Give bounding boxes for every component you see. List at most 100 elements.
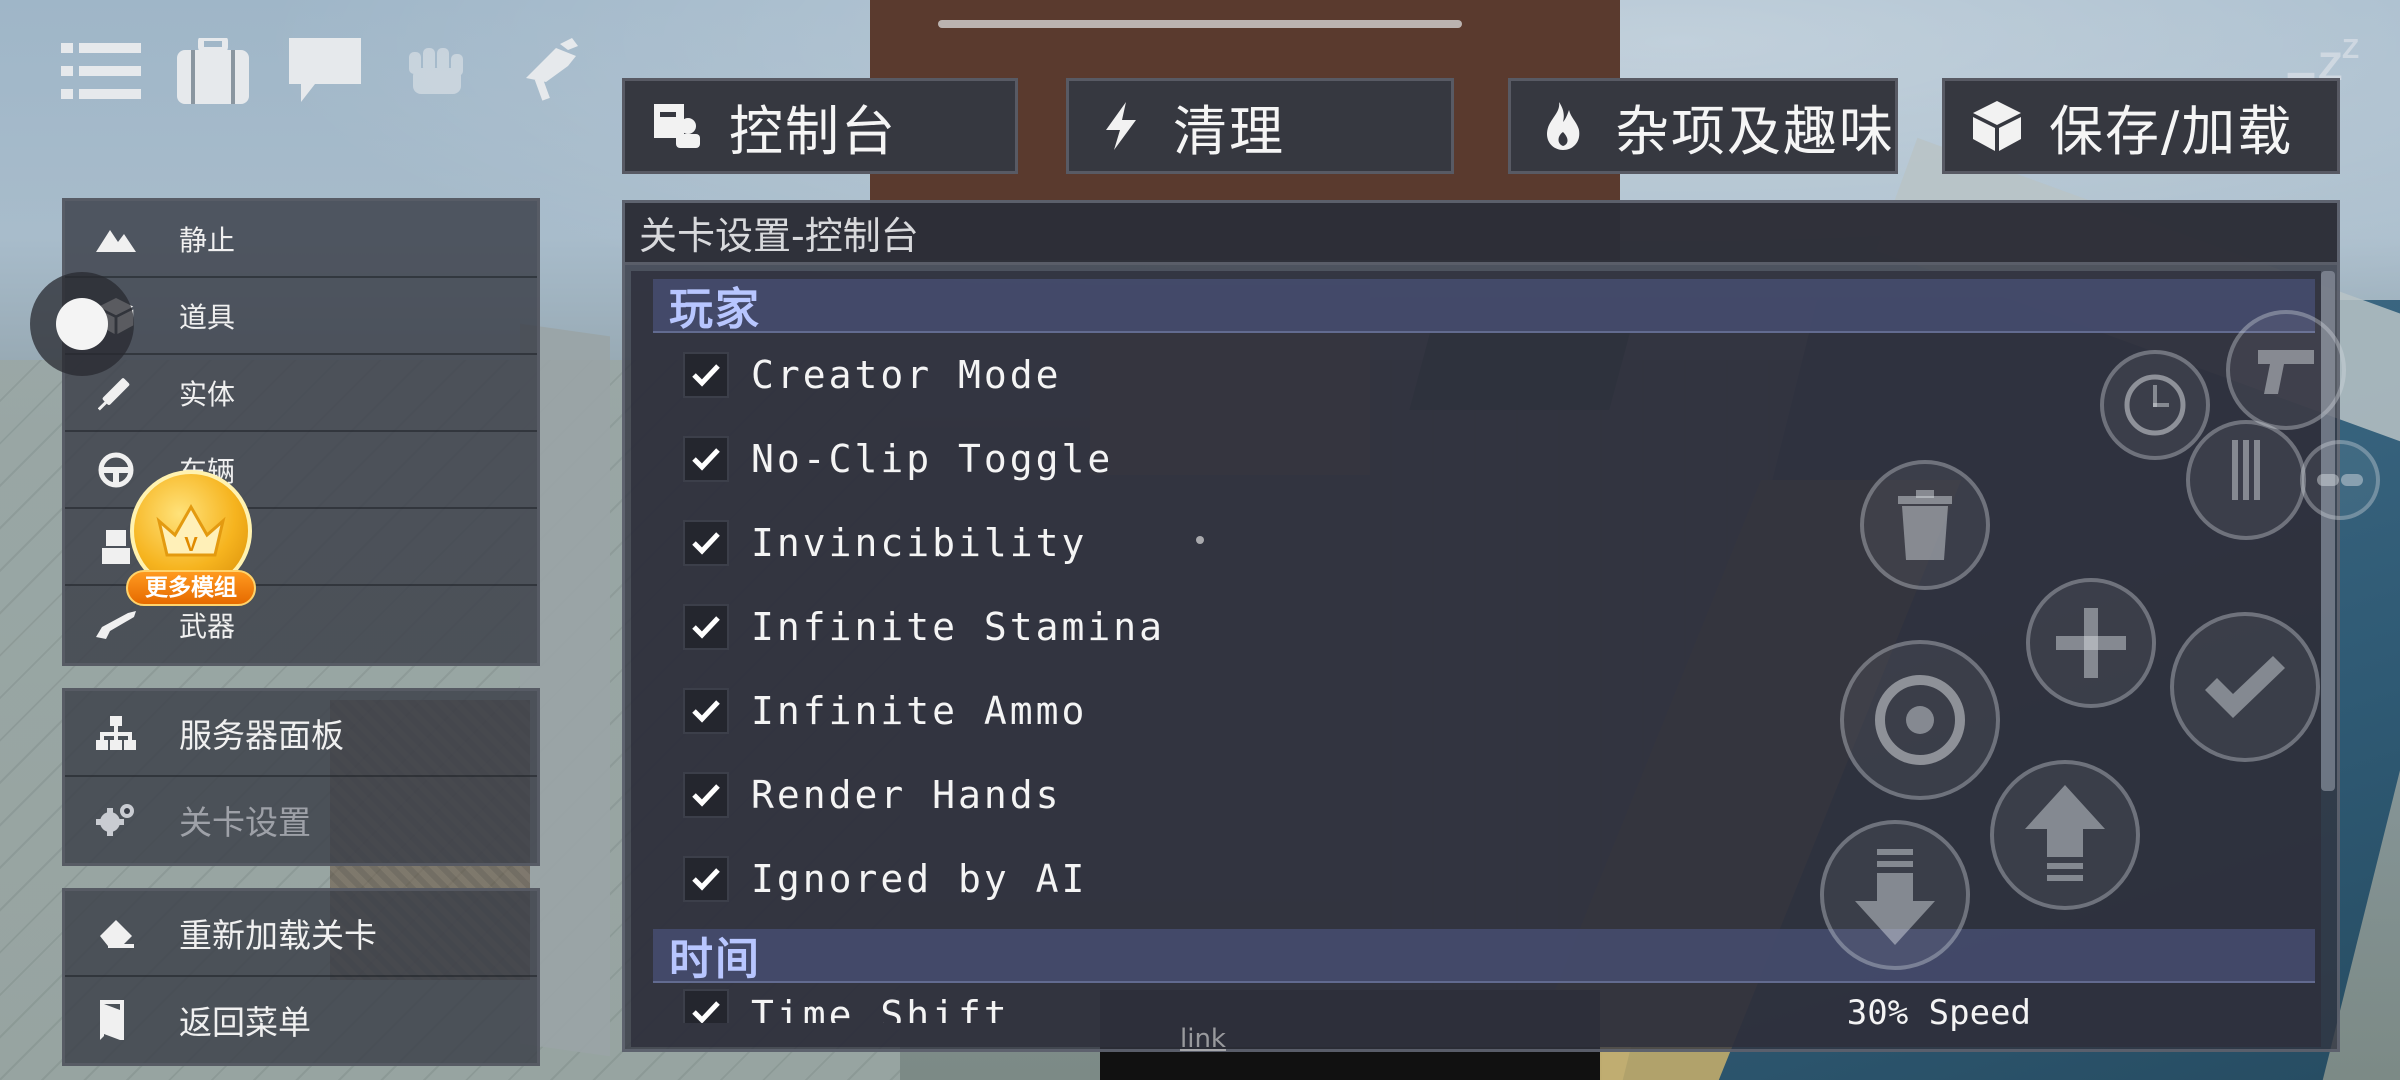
camera-icon[interactable] <box>508 30 590 112</box>
suitcase-icon[interactable] <box>172 30 254 112</box>
checkbox[interactable] <box>683 520 729 566</box>
clock-button[interactable] <box>2100 350 2210 460</box>
floating-joystick[interactable] <box>30 272 134 376</box>
sidebar-item-static[interactable]: 静止 <box>65 201 537 278</box>
option-invincibility[interactable]: Invincibility <box>631 501 2321 585</box>
check-icon <box>692 1001 720 1023</box>
link[interactable]: link <box>1180 1024 1226 1054</box>
top-toolbar <box>60 30 590 112</box>
lightning-icon <box>1091 96 1151 156</box>
mountain-icon <box>93 216 139 262</box>
knife-icon <box>2232 440 2260 500</box>
knife-button[interactable] <box>2186 420 2306 540</box>
check-icon <box>692 616 720 639</box>
checkbox[interactable] <box>683 989 729 1023</box>
svg-text:Z: Z <box>2342 33 2359 64</box>
gears-icon <box>93 797 139 843</box>
crouch-button[interactable] <box>1820 820 1970 970</box>
sidebar-item-label: 道具 <box>179 300 236 334</box>
panel-header: 关卡设置-控制台 <box>625 203 2337 265</box>
sidebar-item-level-settings[interactable]: 关卡设置 <box>65 777 537 863</box>
check-icon <box>692 364 720 387</box>
option-label: Ignored by AI <box>751 857 1088 901</box>
check-icon <box>692 700 720 723</box>
cube-icon <box>1967 96 2027 156</box>
tab-label: 控制台 <box>729 99 897 163</box>
sidebar-group-level: 重新加载关卡 返回菜单 <box>62 888 540 1066</box>
syringe-icon <box>93 370 139 416</box>
jump-button[interactable] <box>1990 760 2140 910</box>
flame-icon <box>1533 96 1593 156</box>
section-player: 玩家 <box>653 279 2315 335</box>
panel-title: 关卡设置-控制台 <box>639 214 919 258</box>
tab-misc-fun[interactable]: 杂项及趣味 <box>1508 78 1898 174</box>
pistol-button[interactable] <box>2226 310 2346 430</box>
sidebar-item-props[interactable]: 道具 <box>65 278 537 355</box>
sidebar-item-label: 实体 <box>179 377 236 411</box>
checkbox[interactable] <box>683 436 729 482</box>
tab-console[interactable]: 控制台 <box>622 78 1018 174</box>
svg-text:V: V <box>184 534 198 556</box>
sidebar-group-settings: 服务器面板 关卡设置 <box>62 688 540 866</box>
sidebar-item-server-panel[interactable]: 服务器面板 <box>65 691 537 777</box>
sidebar-item-back-to-menu[interactable]: 返回菜单 <box>65 977 537 1063</box>
sidebar-item-label: 关卡设置 <box>179 803 311 842</box>
section-title: 时间 <box>669 934 761 985</box>
camera-aperture-button[interactable] <box>1840 640 2000 800</box>
section-title: 玩家 <box>669 284 761 335</box>
sidebar-item-label: 静止 <box>179 223 236 257</box>
confirm-button[interactable] <box>2170 612 2320 762</box>
more-mods-label: 更多模组 <box>126 570 256 606</box>
option-label: Render Hands <box>751 773 1062 817</box>
sidebar-item-label: 返回菜单 <box>179 1003 311 1042</box>
option-no-clip[interactable]: No-Clip Toggle <box>631 417 2321 501</box>
checkbox[interactable] <box>683 604 729 650</box>
exit-door-icon <box>93 997 139 1043</box>
aperture-icon <box>1875 675 1965 765</box>
tab-label: 杂项及趣味 <box>1615 99 1895 163</box>
sidebar-item-label: 服务器面板 <box>179 716 344 755</box>
option-value: 30% Speed <box>1846 993 2031 1033</box>
check-icon <box>692 784 720 807</box>
link-icon <box>2317 474 2363 486</box>
check-icon <box>692 532 720 555</box>
tab-label: 保存/加载 <box>2049 99 2294 163</box>
chat-icon[interactable] <box>284 30 366 112</box>
option-label: Infinite Stamina <box>751 605 1166 649</box>
tab-cleanup[interactable]: 清理 <box>1066 78 1454 174</box>
drag-handle[interactable] <box>938 20 1462 28</box>
up-arrow-icon <box>2025 785 2105 881</box>
delete-button[interactable] <box>1860 460 1990 590</box>
more-mods-badge[interactable]: V 更多模组 <box>126 470 256 610</box>
check-icon <box>692 448 720 471</box>
down-arrow-icon <box>1855 849 1935 945</box>
sidebar-item-label: 重新加载关卡 <box>179 916 377 955</box>
console-icon <box>647 96 707 156</box>
checkbox[interactable] <box>683 352 729 398</box>
sidebar-item-reload-level[interactable]: 重新加载关卡 <box>65 891 537 977</box>
option-creator-mode[interactable]: Creator Mode <box>631 333 2321 417</box>
tab-label: 清理 <box>1173 99 1285 163</box>
sidebar-item-entities[interactable]: 实体 <box>65 355 537 432</box>
clock-icon <box>2124 374 2186 436</box>
option-time-shift[interactable]: Time Shift 30% Speed <box>631 983 2321 1033</box>
option-label: Infinite Ammo <box>751 689 1088 733</box>
sidebar-item-label: 武器 <box>179 609 236 643</box>
plus-icon <box>2056 608 2126 678</box>
list-icon[interactable] <box>60 30 142 112</box>
checkbox[interactable] <box>683 688 729 734</box>
center-dot <box>1196 536 1204 544</box>
joystick-handle[interactable] <box>56 298 108 350</box>
add-button[interactable] <box>2026 578 2156 708</box>
link-tool-button[interactable] <box>2300 440 2380 520</box>
fist-icon[interactable] <box>396 30 478 112</box>
tab-save-load[interactable]: 保存/加载 <box>1942 78 2340 174</box>
pistol-icon <box>2258 350 2314 394</box>
checkbox[interactable] <box>683 772 729 818</box>
check-icon <box>692 868 720 891</box>
option-label: Invincibility <box>751 521 1088 565</box>
network-icon <box>93 710 139 756</box>
checkbox[interactable] <box>683 856 729 902</box>
eraser-icon <box>93 910 139 956</box>
option-label: Time Shift <box>751 993 1010 1023</box>
